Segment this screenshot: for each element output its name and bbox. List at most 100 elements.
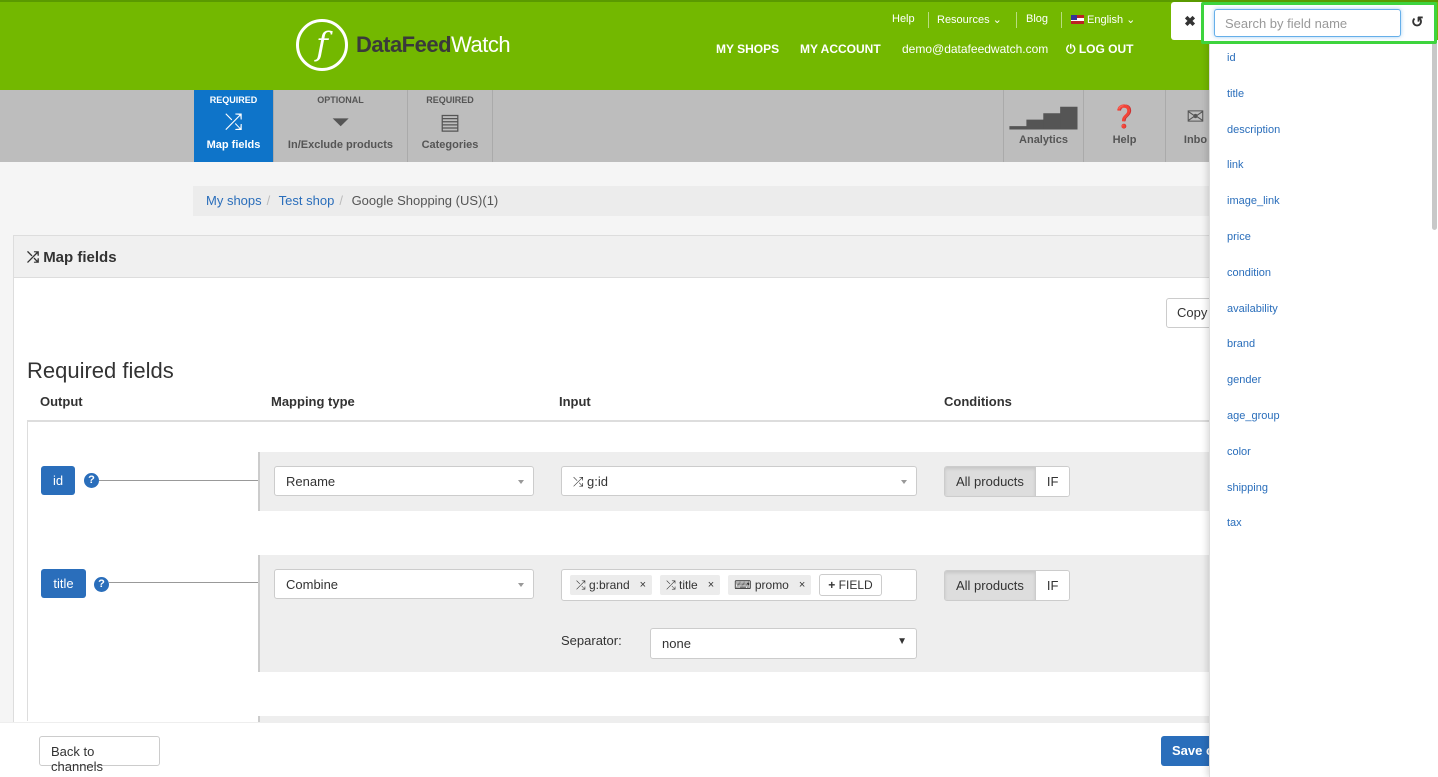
- logout-label: LOG OUT: [1078, 42, 1134, 56]
- breadcrumb-test-shop[interactable]: Test shop: [279, 193, 335, 208]
- field-item[interactable]: title: [1227, 88, 1244, 100]
- breadcrumb: My shops / Test shop / Google Shopping (US…: [193, 186, 1213, 216]
- language-label: English: [1087, 14, 1124, 26]
- tool-label: Analytics: [1019, 134, 1068, 146]
- mapping-type-select[interactable]: Combine: [274, 569, 534, 599]
- remove-icon[interactable]: ×: [708, 579, 714, 591]
- nav-email[interactable]: demo@datafeedwatch.com: [902, 42, 1048, 56]
- field-item[interactable]: link: [1227, 159, 1244, 171]
- output-tag-id[interactable]: id: [41, 466, 75, 495]
- panel-header: ⤮ Map fields: [13, 235, 1213, 278]
- field-item[interactable]: gender: [1227, 374, 1261, 386]
- step-name: Categories: [421, 139, 479, 151]
- caret-down-icon: [518, 583, 524, 587]
- help-button[interactable]: ❓ Help: [1083, 90, 1165, 162]
- field-item[interactable]: condition: [1227, 267, 1271, 279]
- field-item[interactable]: image_link: [1227, 195, 1280, 207]
- step-map-fields[interactable]: REQUIRED ⤮ Map fields: [194, 90, 274, 162]
- field-item[interactable]: description: [1227, 124, 1280, 136]
- conditions-toggle: All products IF: [944, 570, 1071, 601]
- help-link[interactable]: Help: [892, 13, 915, 25]
- if-button[interactable]: IF: [1035, 467, 1070, 496]
- remove-icon[interactable]: ×: [640, 579, 646, 591]
- remove-icon[interactable]: ×: [799, 579, 805, 591]
- combine-input[interactable]: ⤮ g:brand × ⤮ title × ⌨ promo × + FIELD: [561, 569, 917, 601]
- step-categories[interactable]: REQUIRED ▤ Categories: [408, 90, 493, 162]
- sidebar-scrollbar[interactable]: [1432, 40, 1437, 230]
- reset-icon[interactable]: ↺: [1411, 13, 1424, 31]
- shuffle-icon: ⤮: [27, 249, 40, 266]
- connector-line: [109, 582, 258, 583]
- shuffle-icon: ⤮: [224, 109, 243, 134]
- question-icon[interactable]: ?: [94, 577, 109, 592]
- step-in-exclude[interactable]: OPTIONAL ⏷ In/Exclude products: [274, 90, 408, 162]
- field-item[interactable]: id: [1227, 52, 1236, 64]
- col-mapping: Mapping type: [271, 394, 355, 409]
- breadcrumb-my-shops[interactable]: My shops: [206, 193, 262, 208]
- select-value: none: [662, 636, 691, 651]
- separator-label: Separator:: [561, 633, 622, 648]
- all-products-button[interactable]: All products: [945, 467, 1036, 496]
- chevron-down-icon: ⌄: [992, 14, 1002, 26]
- language-dropdown[interactable]: English ⌄: [1071, 13, 1135, 26]
- save-button[interactable]: Save c: [1161, 736, 1210, 766]
- analytics-button[interactable]: ▁▃▅▇ Analytics: [1003, 90, 1083, 162]
- output-tag-title[interactable]: title: [41, 569, 86, 598]
- nav-my-shops[interactable]: MY SHOPS: [716, 42, 779, 56]
- input-chip[interactable]: ⤮ g:brand ×: [570, 575, 653, 595]
- field-item[interactable]: availability: [1227, 303, 1278, 315]
- caret-down-icon: [518, 480, 524, 484]
- col-conditions: Conditions: [944, 394, 1012, 409]
- blog-link[interactable]: Blog: [1026, 13, 1048, 25]
- chip-label: title: [679, 578, 698, 592]
- keyboard-icon: ⌨: [734, 578, 752, 592]
- field-item[interactable]: price: [1227, 231, 1251, 243]
- input-chip[interactable]: ⌨ promo ×: [728, 575, 812, 595]
- field-item[interactable]: brand: [1227, 338, 1255, 350]
- logout-link[interactable]: ⏻ LOG OUT: [1066, 42, 1134, 57]
- bar-chart-icon: ▁▃▅▇: [1009, 104, 1078, 129]
- logo-text[interactable]: DataFeedWatch: [356, 32, 511, 58]
- search-box: ↺: [1201, 2, 1437, 44]
- resources-label: Resources: [937, 14, 990, 26]
- conditions-toggle: All products IF: [944, 466, 1071, 497]
- separator-select[interactable]: none ▼: [650, 628, 917, 659]
- shuffle-icon: ⤮: [666, 577, 676, 592]
- logo-bold: DataFeed: [356, 32, 452, 57]
- input-select[interactable]: ⤮ g:id: [561, 466, 917, 496]
- divider: [928, 12, 929, 28]
- input-chip[interactable]: ⤮ title ×: [660, 575, 721, 595]
- chip-label: g:brand: [588, 578, 630, 592]
- question-icon[interactable]: ?: [84, 473, 99, 488]
- chevron-down-icon: ⌄: [1126, 14, 1136, 26]
- field-btn-label: FIELD: [838, 578, 873, 592]
- shuffle-icon: ⤮: [576, 577, 586, 592]
- search-field-input[interactable]: [1214, 9, 1401, 37]
- field-item[interactable]: shipping: [1227, 482, 1268, 494]
- resources-dropdown[interactable]: Resources ⌄: [937, 13, 1002, 26]
- field-search-sidebar: id title description link image_link pri…: [1209, 40, 1438, 777]
- breadcrumb-current: Google Shopping (US)(1): [351, 193, 499, 208]
- caret-down-icon: [901, 480, 907, 484]
- add-field-button[interactable]: + FIELD: [819, 574, 882, 596]
- connector-line: [99, 480, 258, 481]
- select-value: g:id: [587, 474, 608, 489]
- us-flag-icon: [1071, 15, 1084, 24]
- field-item[interactable]: color: [1227, 446, 1251, 458]
- mapping-type-select[interactable]: Rename: [274, 466, 534, 496]
- all-products-button[interactable]: All products: [945, 571, 1036, 600]
- section-title: Required fields: [27, 358, 174, 383]
- step-name: Map fields: [206, 139, 261, 151]
- power-icon: ⏻: [1066, 42, 1076, 56]
- col-input: Input: [559, 394, 591, 409]
- select-value: Combine: [286, 577, 339, 592]
- field-item[interactable]: age_group: [1227, 410, 1280, 422]
- field-item[interactable]: tax: [1227, 517, 1242, 529]
- back-to-channels-button[interactable]: Back to channels: [39, 736, 160, 774]
- step-status: OPTIONAL: [317, 95, 364, 105]
- if-button[interactable]: IF: [1035, 571, 1070, 600]
- tool-label: Help: [1112, 134, 1137, 146]
- question-circle-icon: ❓: [1110, 104, 1139, 129]
- logo-icon[interactable]: f: [296, 19, 348, 71]
- nav-my-account[interactable]: MY ACCOUNT: [800, 42, 881, 56]
